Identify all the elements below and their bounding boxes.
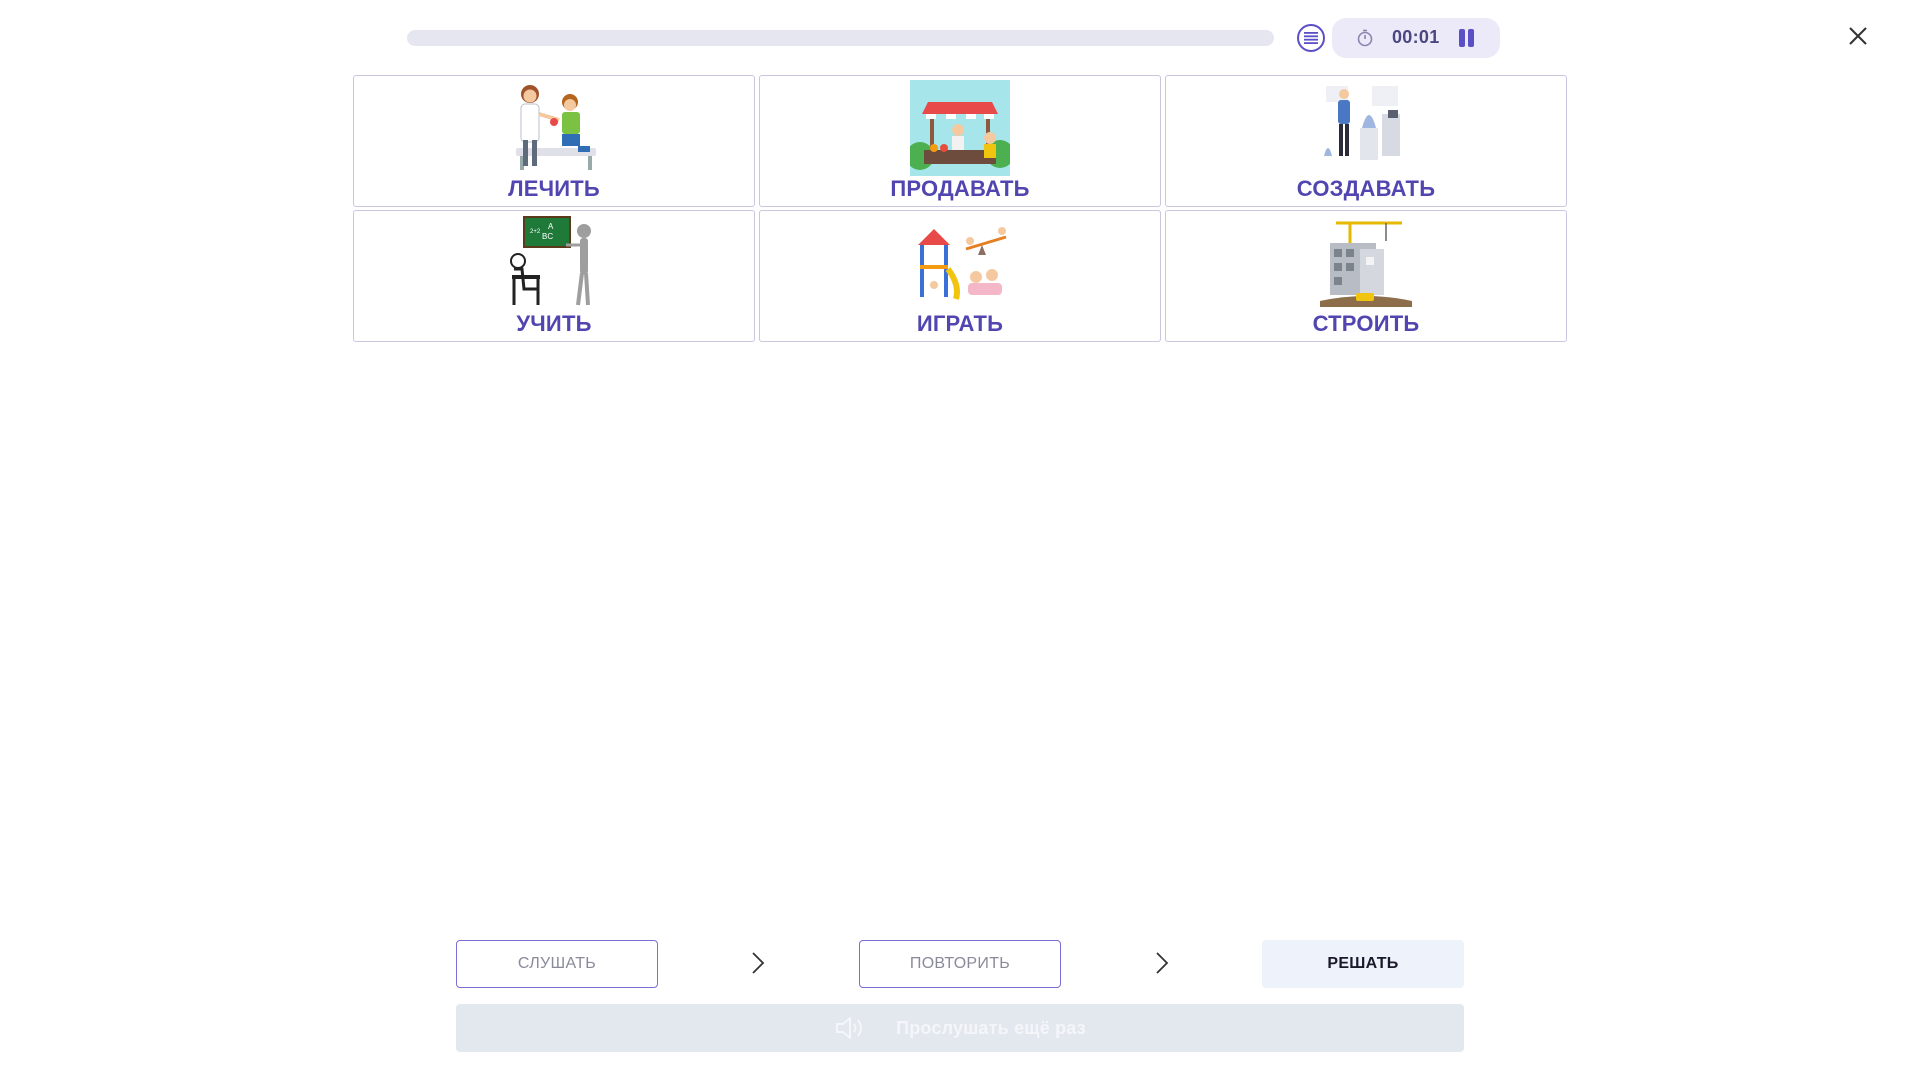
timer: 00:01	[1332, 18, 1500, 58]
choice-label: ЛЕЧИТЬ	[508, 176, 600, 201]
children-playground-picture	[918, 227, 1007, 300]
timer-value: 00:01	[1392, 27, 1440, 47]
svg-text:BC: BC	[542, 232, 553, 241]
choice-label: СОЗДАВАТЬ	[1296, 176, 1436, 201]
building-crane-picture	[1320, 221, 1412, 307]
listen-again-button[interactable]: Прослушать ещё раз	[456, 1004, 1464, 1052]
choice-label: УЧИТЬ	[516, 311, 592, 336]
svg-text:2+2: 2+2	[530, 229, 541, 235]
pause-icon-left-bar	[1459, 29, 1465, 47]
solve-step-button[interactable]: РЕШАТЬ	[1262, 940, 1464, 988]
choice-card-teach[interactable]: A BC 2+2 УЧИТЬ	[353, 210, 755, 342]
choice-card-sell[interactable]: ПРОДАВАТЬ	[759, 75, 1161, 207]
list-icon	[1304, 32, 1318, 44]
sculptor-creating-picture	[1324, 86, 1400, 160]
listen-step-button[interactable]: СЛУШАТЬ	[456, 940, 658, 988]
choice-grid: ЛЕЧИТЬ ПРОДАВАТЬ СОЗДАВАТЬ A BC 2+2 УЧИТ…	[353, 75, 1567, 343]
teacher-at-blackboard-picture: A BC 2+2	[510, 216, 591, 306]
choice-label: ПРОДАВАТЬ	[890, 176, 1030, 201]
repeat-step-button[interactable]: ПОВТОРИТЬ	[859, 940, 1061, 988]
speaker-icon	[836, 1017, 863, 1039]
market-stall-picture	[910, 80, 1010, 176]
chevron-right-icon	[1156, 952, 1169, 974]
task-list-button[interactable]	[1297, 24, 1325, 52]
choice-card-play[interactable]: ИГРАТЬ	[759, 210, 1161, 342]
chevron-right-icon	[752, 952, 765, 974]
close-icon	[1849, 27, 1867, 45]
choice-label: ИГРАТЬ	[916, 311, 1004, 336]
stopwatch-icon	[1357, 29, 1373, 47]
choice-label: СТРОИТЬ	[1312, 311, 1420, 336]
svg-text:A: A	[548, 222, 554, 231]
choice-card-create[interactable]: СОЗДАВАТЬ	[1165, 75, 1567, 207]
pause-button[interactable]	[1456, 29, 1478, 47]
exercise-screen: 00:01 ЛЕЧИТЬ ПРОДАВАТЬ СОЗДАВАТЬ A BC 2+…	[0, 0, 1920, 1080]
listen-again-label: Прослушать ещё раз	[896, 1017, 1086, 1038]
listen-again-content: Прослушать ещё раз	[834, 1015, 1086, 1041]
close-button[interactable]	[1846, 24, 1870, 48]
choice-card-treat[interactable]: ЛЕЧИТЬ	[353, 75, 755, 207]
choice-card-build[interactable]: СТРОИТЬ	[1165, 210, 1567, 342]
pause-icon-right-bar	[1468, 29, 1474, 47]
doctor-treating-child-picture	[516, 85, 596, 170]
progress-bar	[407, 30, 1274, 46]
